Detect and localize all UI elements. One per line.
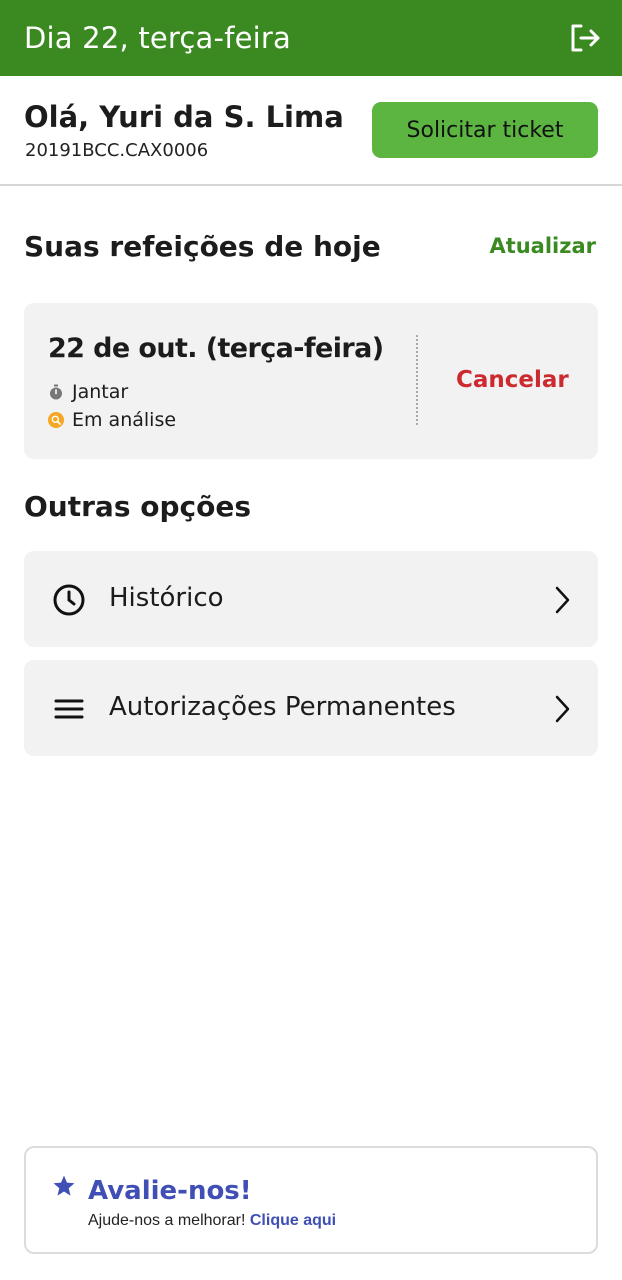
option-permanent-authorizations[interactable]: Autorizações Permanentes [24, 660, 598, 756]
option-history-label: Histórico [109, 583, 224, 613]
logout-icon [571, 24, 600, 52]
meal-type: Jantar [72, 381, 129, 403]
user-greeting: Olá, Yuri da S. Lima [24, 100, 344, 134]
meal-type-row: Jantar [48, 381, 128, 403]
rate-us-text-row: Ajude-nos a melhorar! Clique aqui [88, 1212, 336, 1230]
rate-us-text: Ajude-nos a melhorar! [88, 1212, 246, 1229]
meal-date: 22 de out. (terça-feira) [48, 333, 384, 364]
rate-us-link[interactable]: Clique aqui [250, 1212, 336, 1229]
user-header: Olá, Yuri da S. Lima 20191BCC.CAX0006 So… [0, 76, 622, 186]
app-bar: Dia 22, terça-feira [0, 0, 622, 76]
other-options-title: Outras opções [24, 490, 252, 523]
card-divider [416, 335, 418, 425]
chevron-right-icon [555, 586, 570, 614]
user-registration: 20191BCC.CAX0006 [25, 140, 209, 161]
meals-section-title: Suas refeições de hoje [24, 230, 381, 263]
stopwatch-icon [50, 384, 62, 400]
rate-us-card[interactable]: Avalie-nos! Ajude-nos a melhorar! Clique… [24, 1146, 598, 1254]
chevron-right-icon [555, 695, 570, 723]
cancel-meal-button[interactable]: Cancelar [456, 367, 569, 393]
meal-status: Em análise [72, 409, 177, 431]
meal-card: 22 de out. (terça-feira) Jantar Em análi… [24, 303, 598, 459]
rate-us-title: Avalie-nos! [88, 1176, 252, 1206]
star-icon [53, 1175, 75, 1196]
page-title: Dia 22, terça-feira [24, 21, 291, 55]
status-pending-icon [48, 412, 64, 428]
request-ticket-button[interactable]: Solicitar ticket [372, 102, 598, 158]
clock-icon [53, 584, 85, 616]
logout-button[interactable] [568, 21, 602, 55]
option-permanent-authorizations-label: Autorizações Permanentes [109, 692, 456, 722]
option-history[interactable]: Histórico [24, 551, 598, 647]
meal-status-row: Em análise [48, 409, 176, 431]
menu-lines-icon [54, 699, 84, 719]
refresh-button[interactable]: Atualizar [489, 234, 596, 258]
